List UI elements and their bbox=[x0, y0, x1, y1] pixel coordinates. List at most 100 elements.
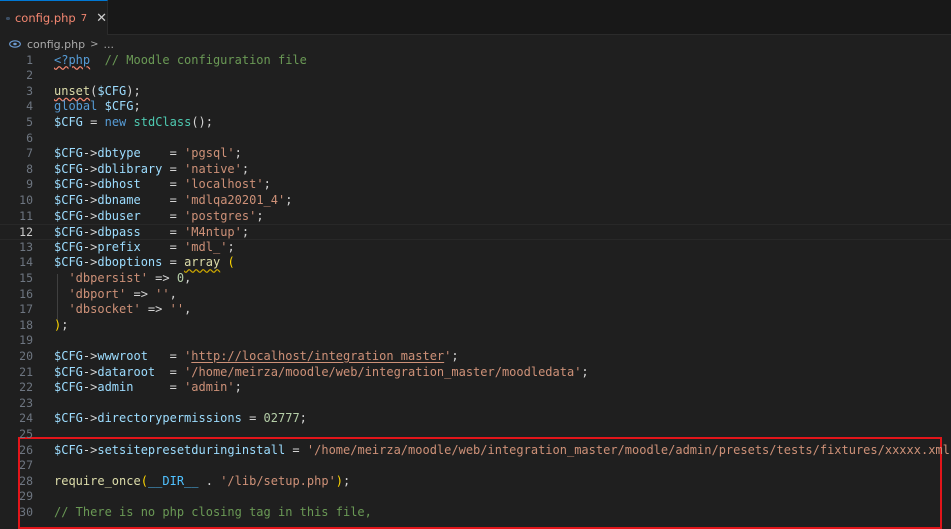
close-icon[interactable]: ✕ bbox=[96, 11, 107, 26]
code-line[interactable]: 16 'dbport' => '', bbox=[0, 287, 951, 303]
code-line[interactable]: 18); bbox=[0, 318, 951, 334]
chevron-right-icon: > bbox=[90, 38, 99, 50]
code-token: 'native' bbox=[184, 161, 242, 176]
code-token: => bbox=[126, 286, 156, 301]
code-token: $CFG bbox=[54, 225, 83, 240]
code-line[interactable]: 20 $CFG->wwwroot = 'http://localhost/inte… bbox=[0, 349, 951, 365]
code-token: $CFG bbox=[54, 161, 83, 176]
code-text: 'dbport' => '', bbox=[54, 286, 176, 303]
code-token: = bbox=[162, 255, 185, 270]
code-line[interactable]: 23 bbox=[0, 396, 951, 412]
code-text: $CFG->dbname = 'mdlqa20201_4'; bbox=[54, 193, 292, 209]
code-line[interactable]: 7 $CFG->dbtype = 'pgsql'; bbox=[0, 146, 951, 162]
code-line[interactable]: 24 $CFG->directorypermissions = 02777; bbox=[0, 411, 951, 427]
code-line[interactable]: 22 $CFG->admin = 'admin'; bbox=[0, 380, 951, 396]
code-token: $CFG bbox=[54, 411, 83, 426]
line-number: 14 bbox=[19, 255, 33, 270]
code-text: 'dbsocket' => '', bbox=[54, 302, 191, 318]
code-token: $CFG bbox=[54, 380, 83, 395]
code-token: = bbox=[155, 364, 185, 379]
code-text: $CFG->dbhost = 'localhost'; bbox=[54, 177, 271, 193]
code-token: 0 bbox=[176, 270, 185, 285]
code-line[interactable]: 27 bbox=[0, 458, 951, 474]
code-token: dbhost bbox=[97, 177, 141, 192]
line-number: 29 bbox=[19, 489, 33, 504]
code-token: = bbox=[140, 225, 185, 240]
code-token: http://localhost/integration_master bbox=[191, 348, 445, 363]
breadcrumb-more[interactable]: ... bbox=[103, 38, 114, 51]
code-token: => bbox=[147, 270, 177, 285]
code-line[interactable]: 11 $CFG->dbuser = 'postgres'; bbox=[0, 209, 951, 225]
code-line[interactable]: 15 'dbpersist' => 0, bbox=[0, 271, 951, 287]
line-number: 18 bbox=[19, 317, 33, 332]
code-token: 'mdlqa20201_4' bbox=[184, 192, 286, 207]
code-token: ); bbox=[126, 83, 141, 98]
code-line[interactable]: 14 $CFG->dboptions = array ( bbox=[0, 255, 951, 271]
code-line[interactable]: 3 unset($CFG); bbox=[0, 84, 951, 100]
code-token: // There is no php closing tag in this f… bbox=[54, 504, 372, 519]
code-token: 'dbpersist' bbox=[68, 270, 148, 285]
breadcrumb: config.php > ... bbox=[0, 36, 951, 52]
code-token: ; bbox=[227, 239, 235, 254]
code-token: -> bbox=[82, 192, 98, 207]
code-token: prefix bbox=[97, 239, 141, 254]
code-line[interactable]: 9 $CFG->dbhost = 'localhost'; bbox=[0, 177, 951, 193]
code-line[interactable]: 17 'dbsocket' => '', bbox=[0, 302, 951, 318]
code-text: $CFG = new stdClass(); bbox=[54, 115, 213, 131]
code-text: $CFG->wwwroot = 'http://localhost/integr… bbox=[54, 349, 459, 365]
code-text: $CFG->dbpass = 'M4ntup'; bbox=[54, 225, 249, 241]
code-token: = bbox=[140, 177, 185, 192]
code-line[interactable]: 10 $CFG->dbname = 'mdlqa20201_4'; bbox=[0, 193, 951, 209]
code-token: ; bbox=[581, 364, 589, 379]
code-line[interactable]: 13 $CFG->prefix = 'mdl_'; bbox=[0, 240, 951, 256]
code-line[interactable]: 2 bbox=[0, 68, 951, 84]
code-line[interactable]: 19 bbox=[0, 333, 951, 349]
code-token: = bbox=[140, 208, 185, 223]
code-text: $CFG->setsitepresetduringinstall = '/hom… bbox=[54, 443, 951, 459]
tab-config-php[interactable]: config.php 7 ✕ bbox=[0, 0, 108, 35]
code-line[interactable]: 28 require_once(__DIR__ . '/lib/setup.php… bbox=[0, 474, 951, 490]
code-token: ; bbox=[285, 192, 293, 207]
code-line[interactable]: 8 $CFG->dblibrary = 'native'; bbox=[0, 162, 951, 178]
code-token: (); bbox=[191, 114, 213, 129]
code-editor[interactable]: 1 <?php // Moodle configuration file 2 3 uns… bbox=[0, 52, 951, 529]
line-number: 23 bbox=[19, 395, 33, 410]
code-line[interactable]: 6 bbox=[0, 131, 951, 147]
code-token: 'mdl_' bbox=[184, 239, 228, 254]
php-elephant-icon bbox=[9, 40, 21, 48]
code-text: $CFG->prefix = 'mdl_'; bbox=[54, 240, 235, 256]
line-number: 21 bbox=[19, 364, 33, 379]
line-number: 26 bbox=[19, 442, 33, 457]
code-token: dblibrary bbox=[97, 161, 163, 176]
code-line[interactable]: 29 bbox=[0, 489, 951, 505]
code-token: 'dbport' bbox=[68, 286, 127, 301]
code-text: 'dbpersist' => 0, bbox=[54, 271, 191, 287]
line-number: 20 bbox=[19, 348, 33, 363]
code-token: ; bbox=[256, 208, 264, 223]
php-elephant-icon bbox=[6, 16, 10, 20]
code-line[interactable]: 21 $CFG->dataroot = '/home/meirza/moodle/… bbox=[0, 365, 951, 381]
code-text: $CFG->dbtype = 'pgsql'; bbox=[54, 146, 242, 162]
code-token: ) bbox=[335, 473, 344, 488]
line-number: 19 bbox=[19, 333, 33, 348]
code-token: -> bbox=[82, 146, 98, 161]
code-token: 'postgres' bbox=[184, 208, 257, 223]
line-number: 30 bbox=[19, 504, 33, 519]
code-line[interactable]: 5 $CFG = new stdClass(); bbox=[0, 115, 951, 131]
code-line[interactable]: 1 <?php // Moodle configuration file bbox=[0, 53, 951, 69]
code-token: dbpass bbox=[97, 225, 141, 240]
code-line[interactable]: 4 global $CFG; bbox=[0, 99, 951, 115]
code-line[interactable]: 26 $CFG->setsitepresetduringinstall = '/h… bbox=[0, 443, 951, 459]
code-token: '/lib/setup.php' bbox=[220, 473, 336, 488]
code-line[interactable]: 30 // There is no php closing tag in this… bbox=[0, 505, 951, 521]
code-token: 'M4ntup' bbox=[184, 225, 242, 240]
code-line[interactable]: 12 $CFG->dbpass = 'M4ntup'; bbox=[0, 224, 951, 240]
code-text: $CFG->dbuser = 'postgres'; bbox=[54, 209, 264, 225]
code-line[interactable]: 25 bbox=[0, 427, 951, 443]
breadcrumb-file[interactable]: config.php bbox=[27, 38, 85, 51]
code-token: = bbox=[140, 146, 185, 161]
line-number: 7 bbox=[26, 146, 33, 161]
problem-count-badge: 7 bbox=[80, 12, 88, 24]
